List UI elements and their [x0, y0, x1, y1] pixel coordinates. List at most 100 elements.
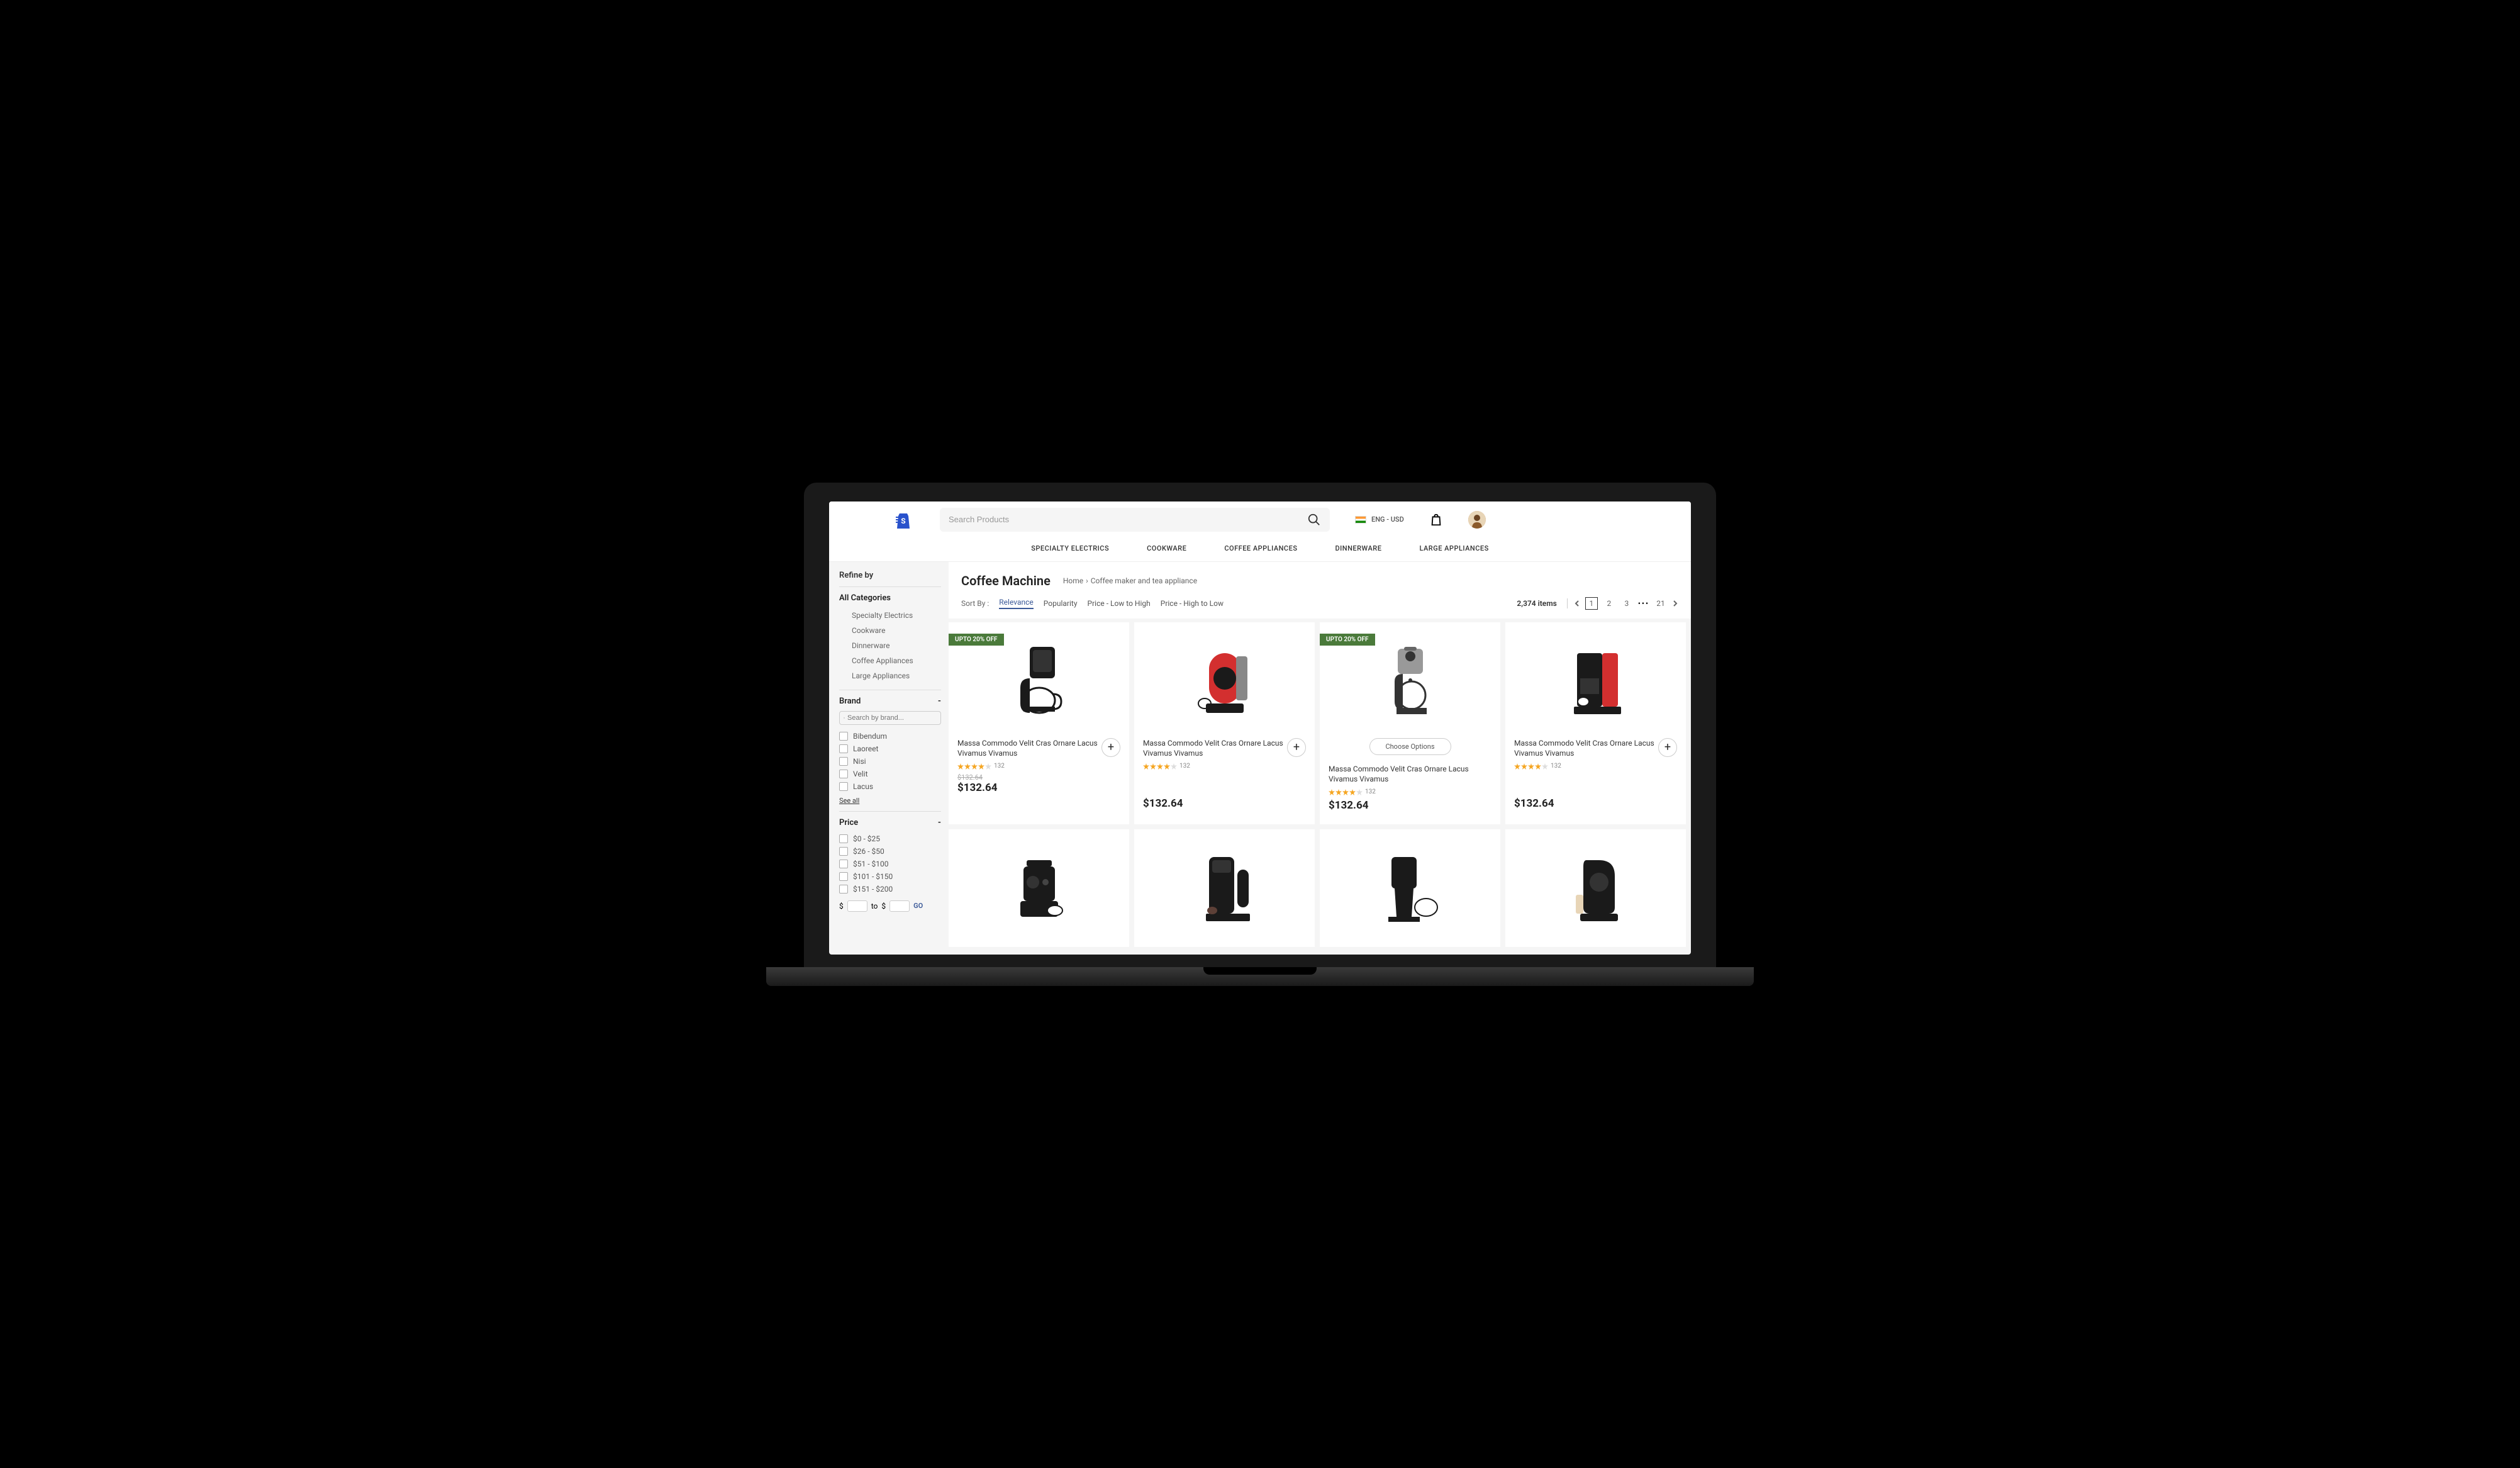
breadcrumb-home[interactable]: Home	[1063, 576, 1083, 585]
price-go-button[interactable]: GO	[913, 902, 923, 910]
price-filter-item[interactable]: $51 - $100	[839, 858, 941, 870]
nav-dinnerware[interactable]: DINNERWARE	[1335, 544, 1382, 552]
review-count: 132	[994, 763, 1005, 770]
brand-search-input[interactable]	[847, 714, 937, 722]
checkbox[interactable]	[839, 885, 848, 894]
svg-text:S: S	[901, 517, 905, 525]
filter-sidebar: Refine by All Categories Specialty Elect…	[829, 562, 949, 947]
product-card[interactable]	[949, 829, 1129, 946]
brand-filter-item[interactable]: Laoreet	[839, 742, 941, 755]
product-name: Massa Commodo Velit Cras Ornare Lacus Vi…	[957, 738, 1120, 759]
nav-specialty-electrics[interactable]: SPECIALTY ELECTRICS	[1031, 544, 1109, 552]
product-card[interactable]: UPTO 20% OFF + Massa Commodo Velit Cras …	[949, 622, 1129, 825]
brand-list: Bibendum Laoreet Nisi Velit Lacus	[839, 730, 941, 793]
category-item[interactable]: Large Appliances	[839, 668, 941, 683]
logo[interactable]: S	[892, 508, 915, 531]
brand-filter-item[interactable]: Bibendum	[839, 730, 941, 742]
price-range-inputs: $ to $ GO	[839, 900, 941, 912]
category-list: Specialty Electrics Cookware Dinnerware …	[839, 608, 941, 683]
choose-options-button[interactable]: Choose Options	[1369, 738, 1451, 755]
collapse-icon: -	[938, 697, 941, 706]
price-filter-item[interactable]: $0 - $25	[839, 832, 941, 845]
product-image	[1329, 631, 1491, 732]
item-count: 2,374 items	[1517, 599, 1556, 608]
product-image	[1143, 631, 1306, 732]
search-icon	[844, 715, 845, 721]
page-title: Coffee Machine	[961, 573, 1051, 588]
product-image	[1514, 838, 1677, 939]
product-price: $132.64	[1143, 797, 1306, 810]
checkbox[interactable]	[839, 847, 848, 856]
product-card[interactable]	[1505, 829, 1686, 946]
category-item[interactable]: Dinnerware	[839, 638, 941, 653]
page-last[interactable]: 21	[1654, 597, 1667, 610]
flag-icon	[1355, 516, 1366, 524]
price-filter-item[interactable]: $151 - $200	[839, 883, 941, 895]
product-rating: 132	[957, 763, 1120, 770]
category-item[interactable]: Coffee Appliances	[839, 653, 941, 668]
discount-badge: UPTO 20% OFF	[1320, 634, 1375, 646]
locale-selector[interactable]: ENG - USD	[1355, 515, 1404, 524]
page-2[interactable]: 2	[1603, 597, 1615, 610]
page-1[interactable]: 1	[1585, 597, 1598, 610]
chevron-right-icon[interactable]	[1672, 600, 1678, 607]
shopping-bag-icon[interactable]	[1429, 513, 1443, 527]
add-to-cart-button[interactable]: +	[1101, 738, 1120, 757]
product-price: $132.64	[1514, 797, 1677, 810]
brand-search[interactable]	[839, 711, 941, 725]
brand-filter-item[interactable]: Nisi	[839, 755, 941, 768]
price-filter-item[interactable]: $101 - $150	[839, 870, 941, 883]
brand-filter-item[interactable]: Velit	[839, 768, 941, 780]
brand-header[interactable]: Brand-	[839, 697, 941, 706]
checkbox[interactable]	[839, 860, 848, 868]
product-rating: 132	[1514, 763, 1677, 770]
page-3[interactable]: 3	[1620, 597, 1633, 610]
product-image	[1143, 838, 1306, 939]
sort-price-low-high[interactable]: Price - Low to High	[1088, 599, 1151, 608]
user-avatar[interactable]	[1468, 511, 1486, 529]
checkbox[interactable]	[839, 770, 848, 778]
checkbox[interactable]	[839, 757, 848, 766]
product-card[interactable]: UPTO 20% OFF Choose Options Massa Commod…	[1320, 622, 1500, 825]
checkbox[interactable]	[839, 782, 848, 791]
sort-price-high-low[interactable]: Price - High to Low	[1161, 599, 1224, 608]
price-min-input[interactable]	[847, 900, 867, 912]
nav-coffee-appliances[interactable]: COFFEE APPLIANCES	[1224, 544, 1297, 552]
product-rating: 132	[1329, 788, 1491, 795]
sort-relevance[interactable]: Relevance	[999, 598, 1034, 609]
checkbox[interactable]	[839, 872, 848, 881]
price-list: $0 - $25 $26 - $50 $51 - $100 $101 - $15…	[839, 832, 941, 895]
add-to-cart-button[interactable]: +	[1287, 738, 1306, 757]
price-filter-item[interactable]: $26 - $50	[839, 845, 941, 858]
category-item[interactable]: Specialty Electrics	[839, 608, 941, 623]
search-input[interactable]	[949, 515, 1307, 524]
sort-popularity[interactable]: Popularity	[1044, 599, 1078, 608]
product-image	[1514, 631, 1677, 732]
product-image	[1329, 838, 1491, 939]
old-price: $132.64	[957, 773, 1120, 782]
price-header[interactable]: Price-	[839, 818, 941, 827]
add-to-cart-button[interactable]: +	[1658, 738, 1677, 757]
product-card[interactable]: + Massa Commodo Velit Cras Ornare Lacus …	[1134, 622, 1315, 825]
nav-cookware[interactable]: COOKWARE	[1147, 544, 1186, 552]
checkbox[interactable]	[839, 732, 848, 741]
product-name: Massa Commodo Velit Cras Ornare Lacus Vi…	[1143, 738, 1306, 759]
product-name: Massa Commodo Velit Cras Ornare Lacus Vi…	[1514, 738, 1677, 759]
brand-filter-item[interactable]: Lacus	[839, 780, 941, 793]
product-grid: UPTO 20% OFF + Massa Commodo Velit Cras …	[949, 622, 1691, 947]
product-card[interactable]	[1134, 829, 1315, 946]
price-max-input[interactable]	[889, 900, 910, 912]
product-card[interactable]	[1320, 829, 1500, 946]
product-price: $132.64	[957, 782, 1120, 794]
pagination: 2,374 items 1 2 3 ••• 21	[1517, 597, 1678, 610]
breadcrumb-current: Coffee maker and tea appliance	[1091, 576, 1197, 585]
chevron-left-icon[interactable]	[1574, 600, 1580, 607]
category-item[interactable]: Cookware	[839, 623, 941, 638]
see-all-link[interactable]: See all	[839, 797, 859, 805]
search-bar[interactable]	[940, 508, 1330, 532]
checkbox[interactable]	[839, 744, 848, 753]
search-icon[interactable]	[1307, 513, 1321, 527]
nav-large-appliances[interactable]: LARGE APPLIANCES	[1419, 544, 1488, 552]
checkbox[interactable]	[839, 834, 848, 843]
product-card[interactable]: + Massa Commodo Velit Cras Ornare Lacus …	[1505, 622, 1686, 825]
